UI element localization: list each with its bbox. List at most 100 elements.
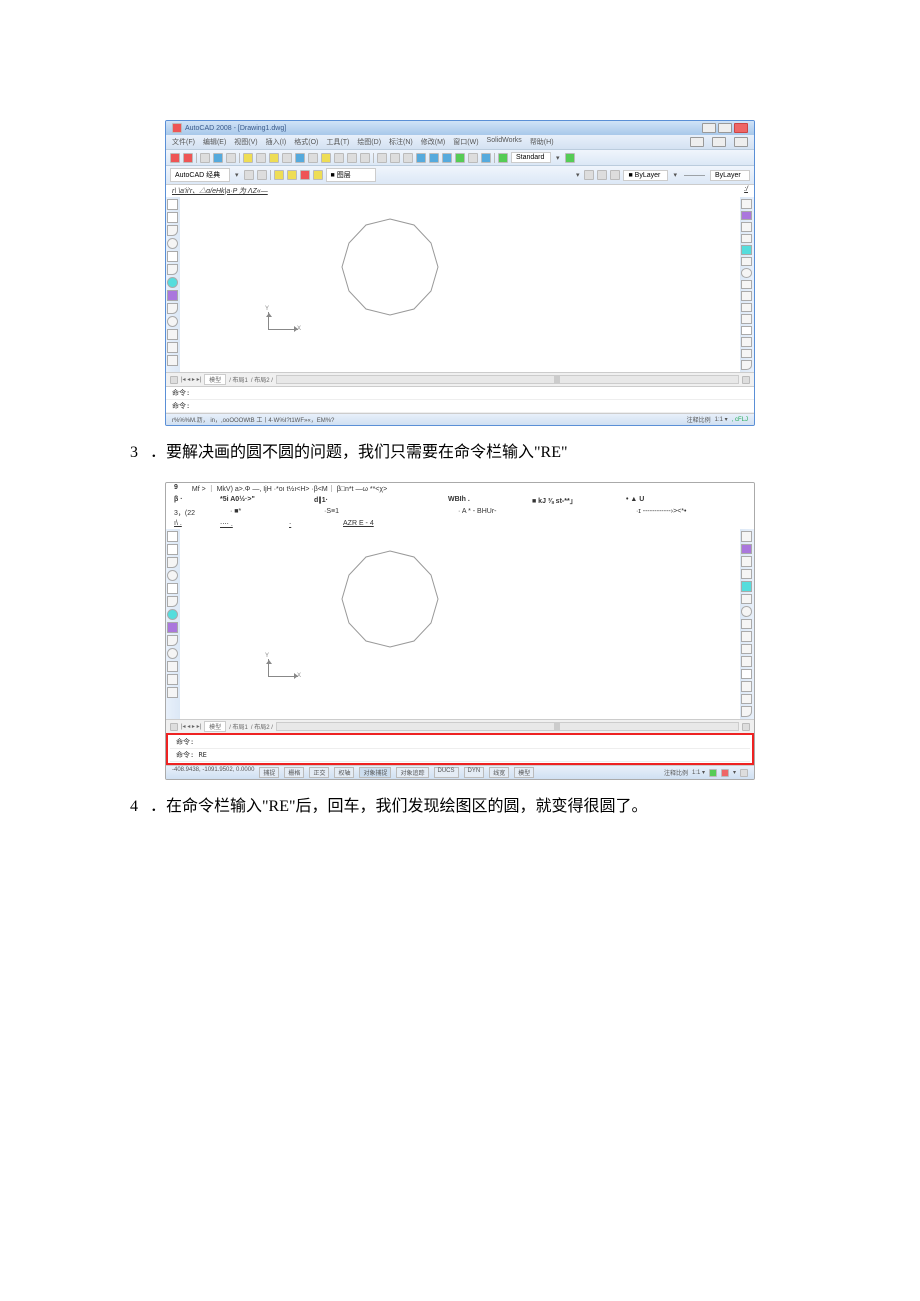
line-tool-icon[interactable]: [167, 531, 178, 542]
mirror-tool-icon[interactable]: [741, 556, 752, 567]
status-more[interactable]: ▾: [733, 769, 736, 776]
xline-tool-icon[interactable]: [167, 212, 178, 223]
line-tool-icon[interactable]: [167, 199, 178, 210]
table-icon[interactable]: [442, 153, 452, 163]
polygon-tool-icon[interactable]: [167, 238, 178, 249]
fillet-tool-icon[interactable]: [741, 694, 752, 705]
workspace-dropdown[interactable]: AutoCAD 经典: [170, 168, 230, 182]
point-tool-icon[interactable]: [167, 355, 178, 366]
ducs-toggle[interactable]: DUCS: [434, 767, 459, 778]
dim-icon[interactable]: [377, 153, 387, 163]
layer-icon1[interactable]: [274, 170, 284, 180]
extend-tool-icon[interactable]: [741, 656, 752, 667]
anno-lock-icon[interactable]: [721, 769, 729, 777]
region-icon[interactable]: [481, 153, 491, 163]
lineweight-icon[interactable]: [610, 170, 620, 180]
cut-icon[interactable]: [243, 153, 253, 163]
ortho-toggle[interactable]: 正交: [309, 767, 329, 778]
trim-tool-icon[interactable]: [741, 303, 752, 313]
anno-vis-icon[interactable]: [709, 769, 717, 777]
layer-icon3[interactable]: [300, 170, 310, 180]
block-icon[interactable]: [455, 153, 465, 163]
tab-nav-2[interactable]: |◂ ◂ ▸ ▸|: [181, 723, 201, 730]
chamfer-tool-icon[interactable]: [741, 337, 752, 347]
circle-tool-icon[interactable]: [167, 609, 178, 620]
xline-tool-icon[interactable]: [167, 544, 178, 555]
move-tool-icon[interactable]: [741, 594, 752, 605]
scroll-right-icon[interactable]: [742, 723, 750, 731]
drawing-canvas-2[interactable]: [166, 529, 754, 719]
ws-icon1[interactable]: [244, 170, 254, 180]
erase-tool-icon[interactable]: [741, 531, 752, 542]
mdi-close[interactable]: [734, 137, 748, 147]
extend-tool-icon[interactable]: [741, 314, 752, 324]
spline-tool-icon[interactable]: [167, 622, 178, 633]
command-window-highlighted[interactable]: 命令: 命令: RE: [166, 733, 754, 765]
rectangle-tool-icon[interactable]: [167, 583, 178, 594]
text-icon[interactable]: [429, 153, 439, 163]
mirror-tool-icon[interactable]: [741, 222, 752, 232]
help-icon[interactable]: [498, 153, 508, 163]
dyn-toggle[interactable]: DYN: [464, 767, 485, 778]
menu-file[interactable]: 文件(F): [172, 137, 195, 147]
menu-edit[interactable]: 编辑(E): [203, 137, 226, 147]
command-window[interactable]: 命令: 命令:: [166, 386, 754, 413]
menu-insert[interactable]: 插入(I): [266, 137, 287, 147]
insert-tool-icon[interactable]: [167, 661, 178, 672]
lwt-toggle[interactable]: 线宽: [489, 767, 509, 778]
circle-tool-icon[interactable]: [167, 277, 178, 288]
fillet-tool-icon[interactable]: [741, 349, 752, 359]
linetype-icon[interactable]: [597, 170, 607, 180]
arc-tool-icon[interactable]: [167, 264, 178, 275]
paste-icon[interactable]: [269, 153, 279, 163]
layer-icon4[interactable]: [313, 170, 323, 180]
tool-icon[interactable]: [347, 153, 357, 163]
dim2-icon[interactable]: [390, 153, 400, 163]
layout1-tab[interactable]: / 布局1: [229, 375, 248, 384]
menu-dimension[interactable]: 标注(N): [389, 137, 413, 147]
layout2-tab[interactable]: / 布局2 /: [251, 375, 273, 384]
style-apply-icon[interactable]: [565, 153, 575, 163]
scale-tool-icon[interactable]: [741, 619, 752, 630]
anno-scale-value[interactable]: 1:1 ▾: [715, 416, 728, 423]
insert-tool-icon[interactable]: [167, 329, 178, 340]
dim4-icon[interactable]: [416, 153, 426, 163]
stretch-tool-icon[interactable]: [741, 631, 752, 642]
menu-format[interactable]: 格式(O): [294, 137, 318, 147]
break-tool-icon[interactable]: [741, 326, 752, 336]
match-icon[interactable]: [282, 153, 292, 163]
style-dropdown[interactable]: Standard: [511, 152, 551, 163]
maximize-button[interactable]: [718, 123, 732, 133]
polygon-tool-icon[interactable]: [167, 570, 178, 581]
menu-modify[interactable]: 修改(M): [421, 137, 446, 147]
model-toggle[interactable]: 模型: [514, 767, 534, 778]
copy-icon[interactable]: [256, 153, 266, 163]
offset-tool-icon[interactable]: [741, 234, 752, 244]
pline-tool-icon[interactable]: [167, 225, 178, 236]
hatch-icon[interactable]: [468, 153, 478, 163]
snap-toggle[interactable]: 捕捉: [259, 767, 279, 778]
otrack-toggle[interactable]: 对象追踪: [396, 767, 428, 778]
array-tool-icon[interactable]: [741, 581, 752, 592]
point-tool-icon[interactable]: [167, 687, 178, 698]
block-tool-icon[interactable]: [167, 342, 178, 353]
ellipsearc-tool-icon[interactable]: [167, 316, 178, 327]
ellipsearc-tool-icon[interactable]: [167, 648, 178, 659]
offset-tool-icon[interactable]: [741, 569, 752, 580]
zoom-icon[interactable]: [334, 153, 344, 163]
command-prompt-line[interactable]: 命令:: [166, 400, 754, 413]
layer-icon2[interactable]: [287, 170, 297, 180]
spline-tool-icon[interactable]: [167, 290, 178, 301]
chamfer-tool-icon[interactable]: [741, 681, 752, 692]
new-icon[interactable]: [170, 153, 180, 163]
model-tab[interactable]: 模型: [204, 374, 226, 385]
layout2-tab-2[interactable]: / 布局2 /: [251, 722, 273, 731]
layout-menu-icon[interactable]: [170, 723, 178, 731]
model-tab-2[interactable]: 模型: [204, 721, 226, 732]
clean-screen-icon[interactable]: [740, 769, 748, 777]
rotate-tool-icon[interactable]: [741, 606, 752, 617]
bylayer2-dropdown[interactable]: ByLayer: [710, 170, 750, 181]
ellipse-tool-icon[interactable]: [167, 635, 178, 646]
explode-tool-icon[interactable]: [741, 706, 752, 717]
drawing-canvas[interactable]: [166, 197, 754, 372]
